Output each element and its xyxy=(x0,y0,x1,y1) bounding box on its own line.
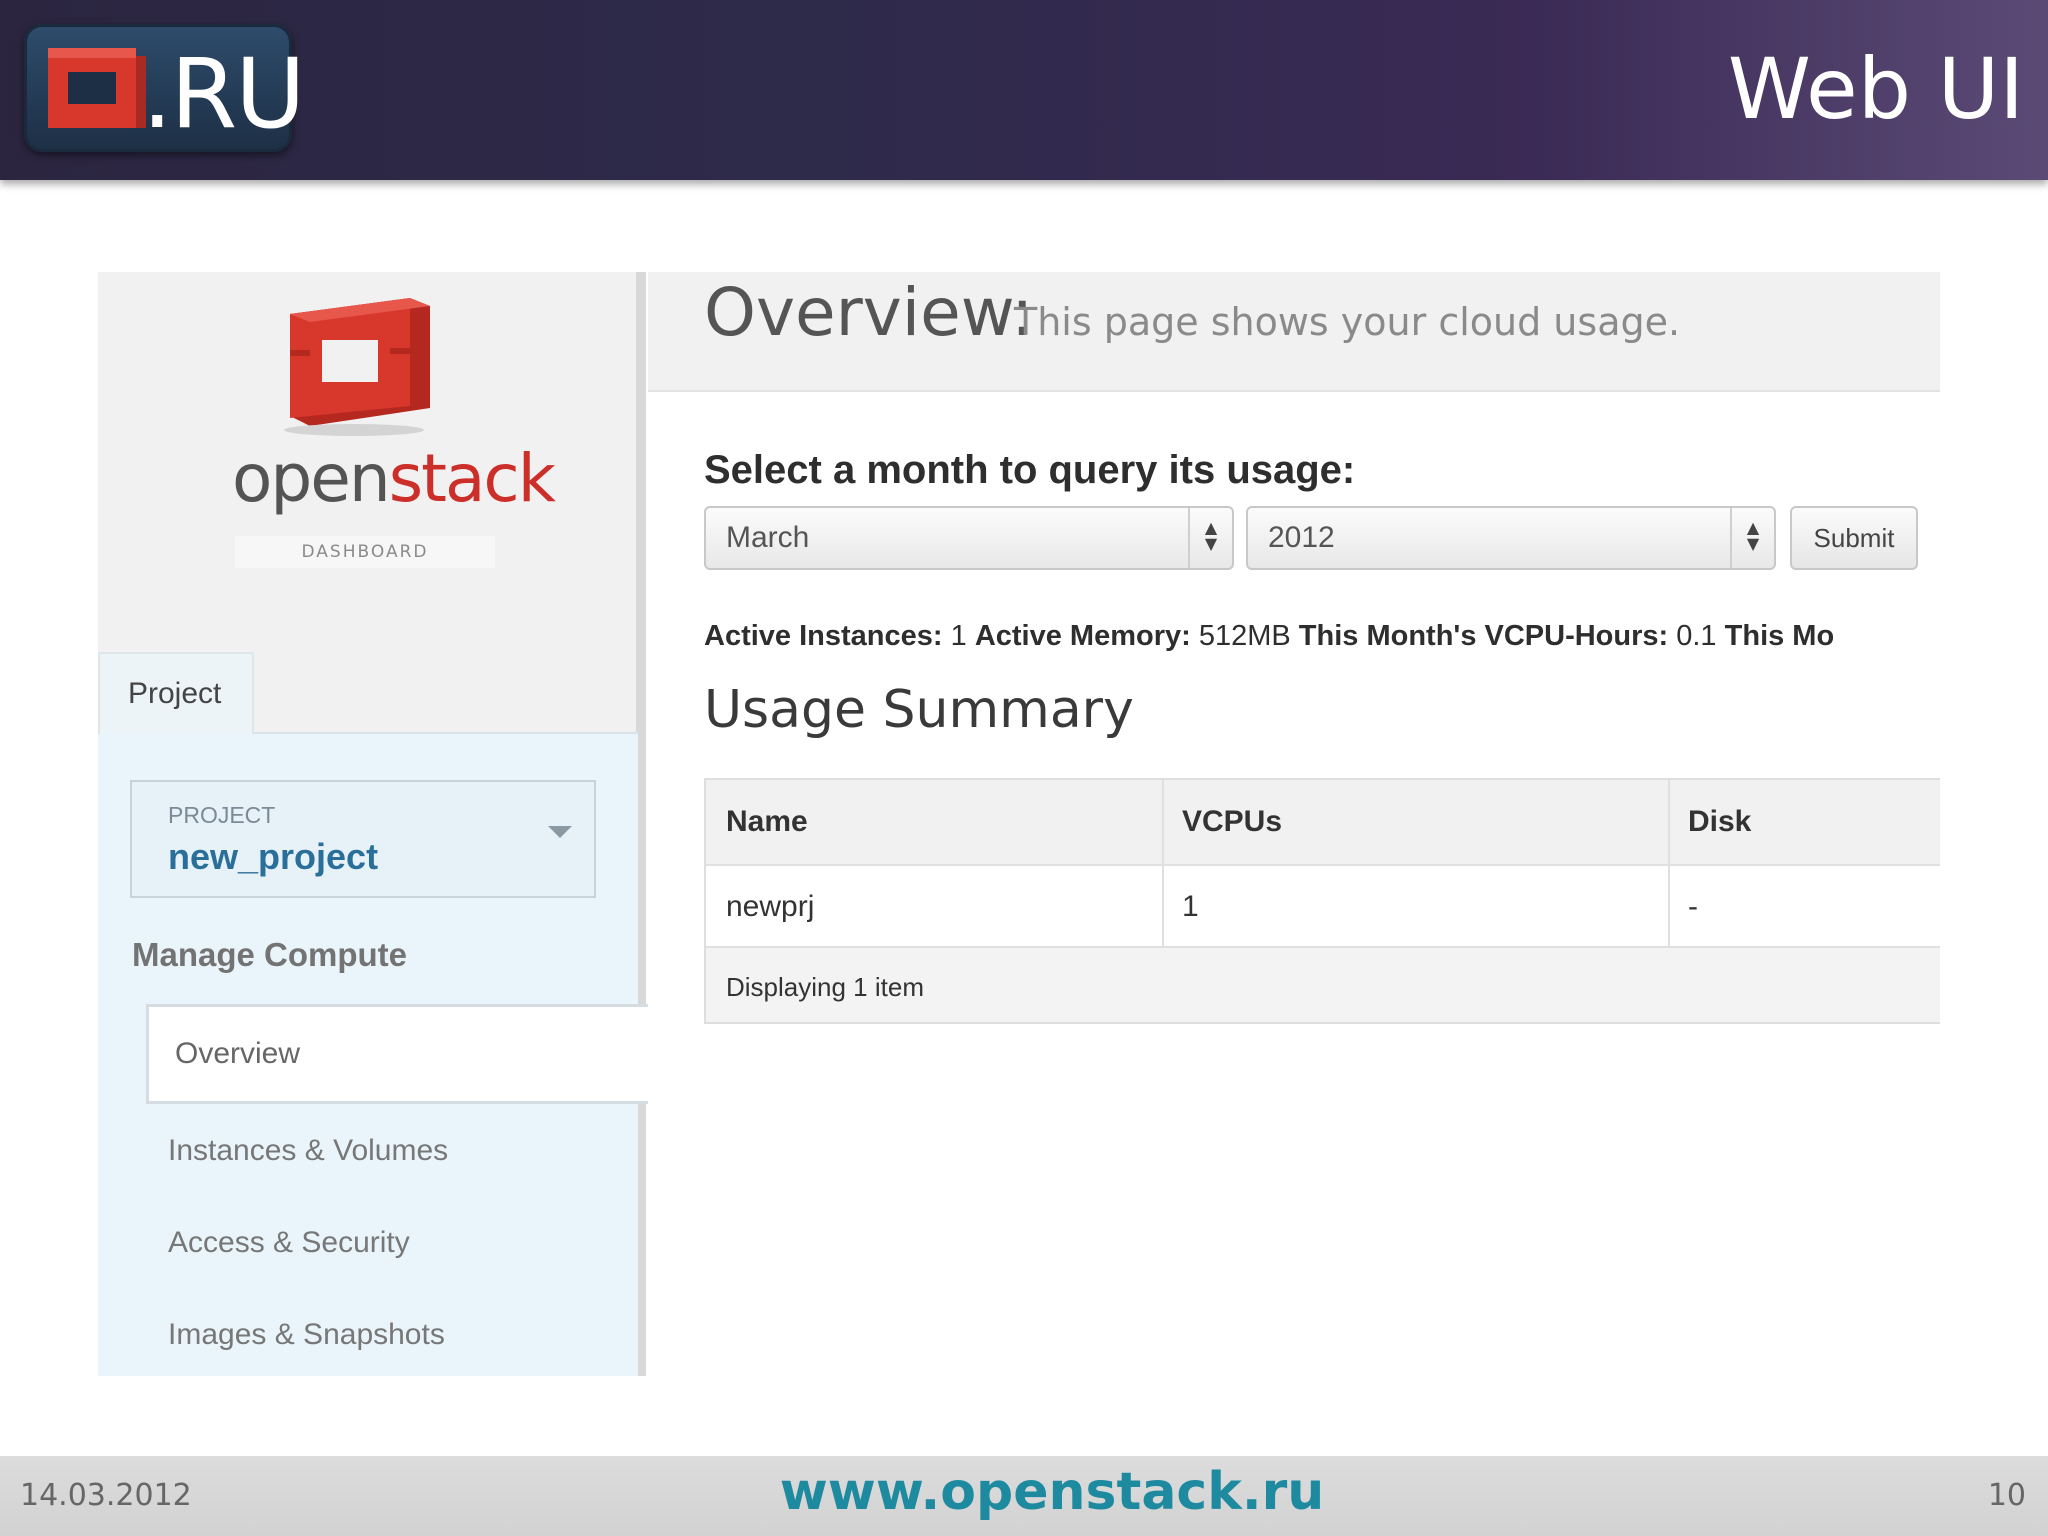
column-header-vcpus[interactable]: VCPUs xyxy=(1182,780,1282,864)
sidebar-item-access-security[interactable]: Access & Security xyxy=(168,1226,410,1260)
column-divider xyxy=(1162,780,1164,948)
openstack-ru-logo: .RU xyxy=(24,24,305,152)
stat-instances-value: 1 xyxy=(950,620,967,652)
slide-page-number: 10 xyxy=(1987,1478,2026,1513)
usage-summary-heading: Usage Summary xyxy=(704,680,1134,740)
table-header-row xyxy=(706,780,1940,866)
chevron-down-icon xyxy=(548,826,572,838)
brand-open: open xyxy=(232,440,391,517)
column-header-name[interactable]: Name xyxy=(726,780,808,864)
project-switcher[interactable]: PROJECT new_project xyxy=(130,780,596,898)
usage-table: Name VCPUs Disk newprj 1 - Displaying 1 … xyxy=(704,778,1940,1024)
sidebar-item-overview[interactable]: Overview xyxy=(146,1004,648,1104)
openstack-cube-icon xyxy=(48,48,146,128)
brand-stack: stack xyxy=(388,440,556,517)
slide-title: Web UI xyxy=(1727,40,2024,138)
stat-truncated-label: This Mo xyxy=(1724,620,1835,652)
sidebar-item-images-snapshots[interactable]: Images & Snapshots xyxy=(168,1318,445,1352)
table-footer: Displaying 1 item xyxy=(706,948,1940,1022)
table-cell-disk: - xyxy=(1688,890,1698,923)
brand-wordmark: openstack xyxy=(232,440,556,517)
brand-subtitle: DASHBOARD xyxy=(235,536,495,568)
project-switcher-label: PROJECT xyxy=(168,802,276,828)
year-select[interactable]: 2012 ▲ ▼ xyxy=(1246,506,1776,570)
stat-memory-value: 512MB xyxy=(1198,620,1291,652)
project-switcher-value: new_project xyxy=(168,836,379,877)
openstack-logo-icon[interactable] xyxy=(270,278,438,443)
stat-instances-label: Active Instances: xyxy=(704,620,943,652)
logo-text: .RU xyxy=(142,38,305,150)
table-cell-name: newprj xyxy=(726,890,815,923)
page-title: Overview: xyxy=(704,274,1034,351)
table-cell-vcpus: 1 xyxy=(1182,890,1199,923)
stat-memory-label: Active Memory: xyxy=(974,620,1191,652)
select-arrows-icon: ▲ ▼ xyxy=(1188,508,1232,568)
tab-project[interactable]: Project xyxy=(98,652,254,734)
nav-heading: Manage Compute xyxy=(132,936,408,973)
usage-stats: Active Instances: 1 Active Memory: 512MB… xyxy=(704,620,1940,660)
month-select[interactable]: March ▲ ▼ xyxy=(704,506,1234,570)
footer-url-link[interactable]: www.openstack.ru xyxy=(0,1462,2048,1522)
stat-vcpu-value: 0.1 xyxy=(1676,620,1717,652)
page-subtitle: This page shows your cloud usage. xyxy=(1014,300,1681,344)
stat-vcpu-label: This Month's VCPU-Hours: xyxy=(1298,620,1669,652)
table-item-count: Displaying 1 item xyxy=(726,972,924,1002)
month-query-heading: Select a month to query its usage: xyxy=(704,448,1356,492)
month-select-value: March xyxy=(726,521,810,554)
submit-button[interactable]: Submit xyxy=(1790,506,1918,570)
sidebar-item-instances-volumes[interactable]: Instances & Volumes xyxy=(168,1134,448,1168)
column-header-disk[interactable]: Disk xyxy=(1688,780,1751,864)
column-divider xyxy=(1668,780,1670,948)
select-arrows-icon: ▲ ▼ xyxy=(1730,508,1774,568)
year-select-value: 2012 xyxy=(1268,521,1335,554)
